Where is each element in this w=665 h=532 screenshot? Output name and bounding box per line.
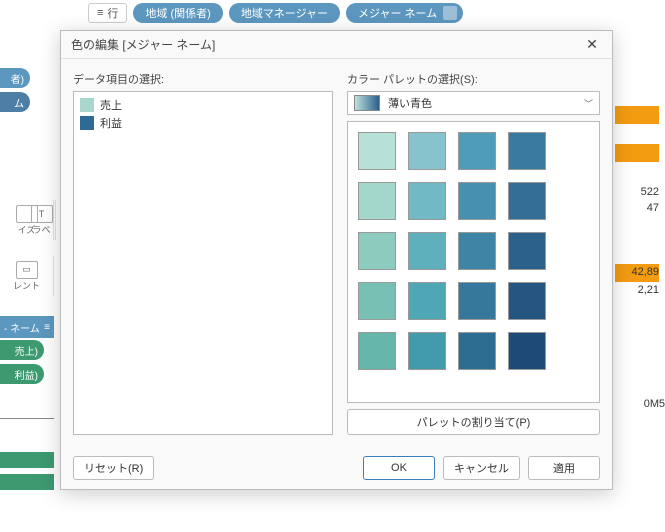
- palette-swatch[interactable]: [358, 182, 396, 220]
- pill-label: 地域 (関係者): [145, 5, 210, 21]
- rows-label: 行: [107, 5, 118, 21]
- tool-label: ラベ: [32, 223, 50, 236]
- bg-pill-fragment-1: 者): [0, 68, 30, 88]
- palette-swatch[interactable]: [458, 332, 496, 370]
- divider: [0, 418, 54, 419]
- bg-tool-tooltip[interactable]: ▭ レント: [0, 256, 54, 296]
- list-item-label: 利益: [100, 115, 122, 131]
- assign-palette-button[interactable]: パレットの割り当て(P): [347, 409, 600, 435]
- tooltip-icon: ▭: [16, 261, 38, 279]
- label-icon: T: [31, 205, 53, 223]
- bg-tool-label[interactable]: T ラベ: [28, 200, 56, 240]
- sort-icon: [443, 6, 457, 20]
- palette-swatch[interactable]: [358, 282, 396, 320]
- palette-swatch[interactable]: [458, 282, 496, 320]
- color-swatch-icon: [80, 116, 94, 130]
- palette-name: 薄い青色: [388, 95, 576, 111]
- apply-button[interactable]: 適用: [528, 456, 600, 480]
- palette-swatch[interactable]: [358, 132, 396, 170]
- pill-label: メジャー ネーム: [358, 5, 437, 21]
- sort-icon: ≡: [44, 322, 50, 333]
- bg-value-1: 522: [641, 186, 659, 198]
- list-item[interactable]: 売上: [78, 96, 328, 114]
- apply-label: 適用: [553, 460, 575, 476]
- palette-select-label: カラー パレットの選択(S):: [347, 71, 600, 87]
- cancel-label: キャンセル: [454, 460, 509, 476]
- pill-measure-names[interactable]: メジャー ネーム: [346, 3, 463, 23]
- rows-icon: ≡: [97, 7, 103, 19]
- pill-region-related[interactable]: 地域 (関係者): [133, 3, 222, 23]
- palette-preview-icon: [354, 95, 380, 111]
- palette-swatch[interactable]: [408, 332, 446, 370]
- bg-pill-fragment-2: ム: [0, 92, 30, 112]
- palette-swatch[interactable]: [408, 132, 446, 170]
- pill-region-manager[interactable]: 地域マネージャー: [229, 3, 340, 23]
- palette-swatch[interactable]: [508, 182, 546, 220]
- palette-swatch[interactable]: [408, 232, 446, 270]
- bg-green-bar-1: [0, 452, 54, 468]
- dialog-close-button[interactable]: ✕: [582, 35, 602, 55]
- palette-swatch[interactable]: [408, 182, 446, 220]
- bg-pill-sum-profit[interactable]: 利益): [0, 364, 44, 384]
- data-items-label: データ項目の選択:: [73, 71, 333, 87]
- palette-swatch[interactable]: [458, 232, 496, 270]
- card-label: - ネーム: [4, 320, 40, 335]
- bg-value-4: 2,21: [638, 284, 659, 296]
- palette-swatch-box: [347, 121, 600, 403]
- edit-colors-dialog: 色の編集 [メジャー ネーム] ✕ データ項目の選択: 売上利益 カラー パレッ…: [60, 30, 613, 490]
- palette-swatch[interactable]: [358, 232, 396, 270]
- chevron-down-icon: ﹀: [584, 97, 593, 110]
- ok-button[interactable]: OK: [363, 456, 435, 480]
- palette-swatch[interactable]: [508, 232, 546, 270]
- bg-axis-1: 0M: [644, 398, 659, 410]
- assign-palette-label: パレットの割り当て(P): [417, 414, 531, 430]
- color-swatch-icon: [80, 98, 94, 112]
- pill-label: 地域マネージャー: [241, 5, 328, 21]
- palette-swatch[interactable]: [458, 182, 496, 220]
- palette-swatch[interactable]: [508, 282, 546, 320]
- bg-green-bar-2: [0, 474, 54, 490]
- palette-swatch[interactable]: [508, 332, 546, 370]
- palette-swatch[interactable]: [458, 132, 496, 170]
- orange-bar-2: [615, 144, 659, 162]
- list-item[interactable]: 利益: [78, 114, 328, 132]
- rows-shelf-button[interactable]: ≡ 行: [88, 3, 127, 23]
- list-item-label: 売上: [100, 97, 122, 113]
- bg-value-2: 47: [647, 202, 659, 214]
- cancel-button[interactable]: キャンセル: [443, 456, 520, 480]
- bg-measure-names-card[interactable]: - ネーム ≡: [0, 316, 54, 338]
- ok-label: OK: [391, 462, 407, 474]
- orange-bar-1: [615, 106, 659, 124]
- palette-swatch[interactable]: [358, 332, 396, 370]
- reset-label: リセット(R): [84, 460, 143, 476]
- bg-axis-2: 5: [659, 398, 665, 410]
- data-items-listbox[interactable]: 売上利益: [73, 91, 333, 435]
- palette-swatch[interactable]: [408, 282, 446, 320]
- palette-dropdown[interactable]: 薄い青色 ﹀: [347, 91, 600, 115]
- dialog-title-text: 色の編集 [メジャー ネーム]: [71, 36, 215, 53]
- palette-grid: [358, 132, 589, 370]
- tool-label: レント: [13, 279, 40, 292]
- bg-pill-sum-sales[interactable]: 売上): [0, 340, 44, 360]
- bg-value-3: 42,89: [631, 266, 659, 278]
- dialog-titlebar: 色の編集 [メジャー ネーム] ✕: [61, 31, 612, 59]
- reset-button[interactable]: リセット(R): [73, 456, 154, 480]
- palette-swatch[interactable]: [508, 132, 546, 170]
